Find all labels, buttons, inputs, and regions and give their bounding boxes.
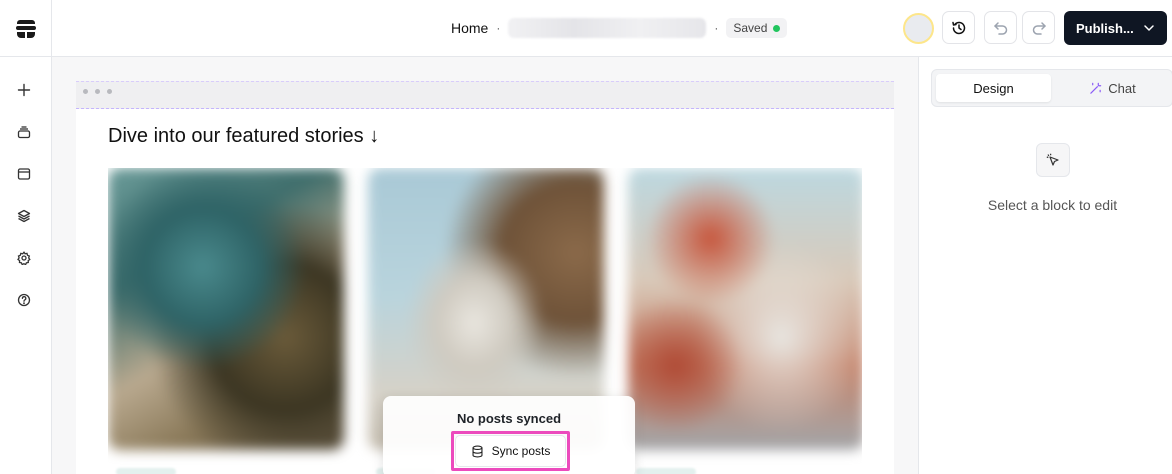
sidebar-item-pages[interactable] (15, 165, 33, 183)
add-block-button[interactable] (15, 81, 33, 99)
plus-icon (17, 83, 31, 97)
tab-chat-label: Chat (1108, 80, 1136, 96)
block-drag-handle[interactable] (76, 81, 894, 109)
cursor-click-icon (1046, 153, 1059, 166)
sidebar-item-help[interactable] (15, 291, 33, 309)
breadcrumb-separator: · (714, 21, 719, 35)
tab-design[interactable]: Design (936, 74, 1051, 102)
undo-button[interactable] (984, 11, 1017, 44)
section-heading[interactable]: Dive into our featured stories ↓ (108, 125, 379, 148)
history-button[interactable] (942, 11, 975, 44)
tab-design-label: Design (973, 80, 1014, 96)
publish-label: Publish... (1076, 20, 1134, 36)
post-image-placeholder (108, 168, 344, 450)
help-circle-icon (17, 293, 31, 307)
browser-window-icon (17, 168, 31, 180)
history-icon (951, 21, 965, 34)
redo-icon (1032, 21, 1046, 35)
panel-tabs: Design Chat (931, 69, 1172, 107)
app-logo-icon (15, 19, 36, 38)
tab-chat[interactable]: Chat (1055, 74, 1170, 102)
sync-posts-label: Sync posts (491, 444, 551, 458)
top-bar: Home · · Saved Publish... (0, 0, 1172, 57)
sync-posts-button[interactable]: Sync posts (455, 435, 566, 467)
select-cursor-box (1036, 143, 1070, 177)
empty-state-title: No posts synced (456, 411, 562, 426)
saved-status-badge: Saved (726, 18, 788, 38)
editor-canvas: Dive into our featured stories ↓ No post… (52, 57, 918, 474)
post-caption-placeholder (636, 468, 696, 474)
gear-icon (17, 251, 31, 265)
redo-button[interactable] (1022, 11, 1055, 44)
sidebar-item-settings[interactable] (15, 249, 33, 267)
user-avatar[interactable] (903, 13, 934, 44)
sidebar-item-inbox[interactable] (15, 123, 33, 141)
page-block[interactable]: Dive into our featured stories ↓ No post… (76, 109, 894, 474)
saved-status-dot (773, 24, 781, 32)
logo[interactable] (0, 0, 52, 57)
breadcrumb-separator: · (496, 21, 501, 35)
post-image-placeholder (628, 168, 862, 450)
drag-dots-icon (83, 89, 112, 94)
undo-icon (993, 21, 1007, 35)
chevron-down-icon (1144, 25, 1154, 31)
right-panel: Design Chat Select a block to edit (918, 57, 1172, 474)
saved-label: Saved (733, 21, 768, 35)
layers-icon (17, 209, 31, 223)
inbox-stack-icon (17, 126, 31, 139)
breadcrumb-home[interactable]: Home (451, 20, 488, 36)
magic-wand-icon (1090, 82, 1102, 94)
database-icon (472, 445, 483, 457)
breadcrumb-page-name[interactable] (508, 18, 707, 38)
left-sidebar (0, 57, 52, 474)
sidebar-item-layers[interactable] (15, 207, 33, 225)
post-caption-placeholder (116, 468, 176, 474)
no-posts-empty-state: No posts synced Sync posts (383, 396, 635, 474)
empty-selection-message: Select a block to edit (987, 197, 1118, 213)
breadcrumb: Home · · Saved (451, 16, 788, 40)
publish-button[interactable]: Publish... (1064, 11, 1167, 45)
